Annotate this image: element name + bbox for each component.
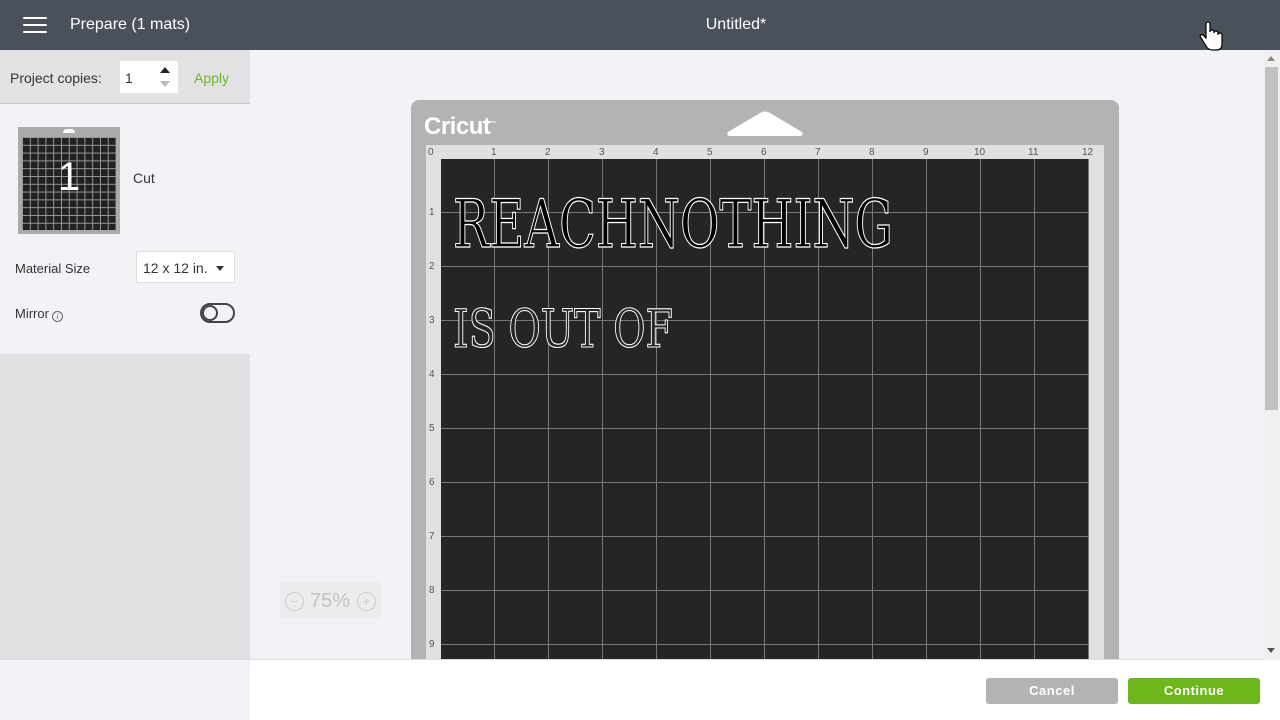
- apply-button[interactable]: Apply: [194, 70, 229, 86]
- ruler-y-tick: 5: [429, 423, 435, 434]
- cricut-logo-text: Cricut: [424, 113, 491, 140]
- toggle-knob: [202, 305, 218, 321]
- footer-sidebar-area: [0, 660, 250, 720]
- mat-thumbnail[interactable]: 1: [18, 127, 120, 234]
- top-bar: Prepare (1 mats) Untitled*: [0, 0, 1280, 51]
- design-line-1[interactable]: REACHNOTHING: [452, 185, 893, 263]
- project-copies-label: Project copies:: [10, 70, 102, 86]
- cricut-logo: Cricut™: [424, 113, 496, 140]
- vertical-scrollbar[interactable]: [1263, 50, 1280, 660]
- material-size-label: Material Size: [15, 261, 91, 276]
- ruler-x-tick: 2: [545, 147, 551, 158]
- ruler-x-tick: 6: [761, 147, 767, 158]
- project-copies-value[interactable]: 1: [125, 70, 133, 86]
- material-size-value: 12 x 12 in.: [143, 260, 208, 276]
- zoom-out-icon[interactable]: −: [285, 592, 304, 611]
- cancel-button[interactable]: Cancel: [986, 678, 1118, 704]
- ruler-x-tick: 1: [491, 147, 497, 158]
- mat-grid: REACHNOTHING IS OUT OF: [441, 159, 1089, 660]
- mirror-label: Mirror i: [15, 306, 63, 322]
- ruler-y-tick: 2: [429, 261, 435, 272]
- chevron-down-icon: [216, 266, 224, 271]
- ruler-x-tick: 12: [1082, 147, 1094, 158]
- mat-number: 1: [57, 155, 81, 199]
- continue-button[interactable]: Continue: [1128, 678, 1260, 704]
- mat-list: 1 Cut Material Size 12 x 12 in. Mirror i: [0, 105, 250, 354]
- zoom-in-icon[interactable]: +: [357, 592, 376, 611]
- decrement-arrow-icon[interactable]: [160, 81, 170, 87]
- ruler-y-tick: 9: [429, 639, 435, 650]
- ruler-y-tick: 4: [429, 369, 435, 380]
- material-size-select[interactable]: 12 x 12 in.: [136, 251, 235, 283]
- mat-mode-label: Cut: [133, 170, 155, 186]
- ruler-y-tick: 8: [429, 585, 435, 596]
- ruler-x-tick: 7: [815, 147, 821, 158]
- scroll-down-arrow-icon[interactable]: [1267, 648, 1275, 653]
- footer-bar: Cancel Continue: [0, 660, 1280, 720]
- mirror-label-text: Mirror: [15, 306, 49, 321]
- mirror-toggle[interactable]: [200, 303, 235, 323]
- ruler-x-tick: 3: [599, 147, 605, 158]
- ruler-x-tick: 9: [923, 147, 929, 158]
- increment-arrow-icon[interactable]: [160, 67, 170, 73]
- hand-pointer-cursor-icon: [1199, 22, 1223, 51]
- ruler-x-tick: 0: [428, 147, 434, 158]
- document-title: Untitled*: [705, 16, 767, 33]
- project-copies-input[interactable]: 1: [120, 61, 178, 93]
- ruler-y-tick: 1: [429, 207, 435, 218]
- mat-thumbnail-grid: 1: [22, 137, 116, 230]
- ruler-y-tick: 7: [429, 531, 435, 542]
- design-artwork[interactable]: REACHNOTHING IS OUT OF: [441, 159, 1089, 660]
- ruler-y-tick: 3: [429, 315, 435, 326]
- zoom-level: 75%: [310, 590, 351, 612]
- sidebar-empty-area: [0, 354, 250, 660]
- scroll-up-arrow-icon[interactable]: [1267, 56, 1275, 61]
- zoom-control: − 75% +: [280, 582, 381, 618]
- ruler-x-tick: 5: [707, 147, 713, 158]
- ruler-y-tick: 6: [429, 477, 435, 488]
- design-line-2[interactable]: IS OUT OF: [452, 299, 673, 360]
- ruler-x-tick: 4: [653, 147, 659, 158]
- project-copies-bar: Project copies: 1 Apply: [0, 50, 250, 104]
- ruler-area: 0 1 2 3 4 5 6 7 8 9 10 11 12 123456789 REACHNOTHING …: [426, 145, 1104, 660]
- mat-canvas: Cricut™ 0 1 2 3 4 5 6 7 8 9 10 11 12 123456789 REACH…: [250, 50, 1263, 660]
- ruler-x-tick: 11: [1028, 147, 1039, 158]
- mat-notch-icon: [63, 129, 75, 133]
- ruler-x-tick: 8: [869, 147, 875, 158]
- info-icon[interactable]: i: [51, 311, 63, 322]
- ruler-x-tick: 10: [974, 147, 986, 158]
- scrollbar-thumb[interactable]: [1265, 67, 1278, 410]
- mat-notch-icon: [727, 111, 803, 136]
- cutting-mat: Cricut™ 0 1 2 3 4 5 6 7 8 9 10 11 12 123456789 REACH…: [411, 100, 1119, 660]
